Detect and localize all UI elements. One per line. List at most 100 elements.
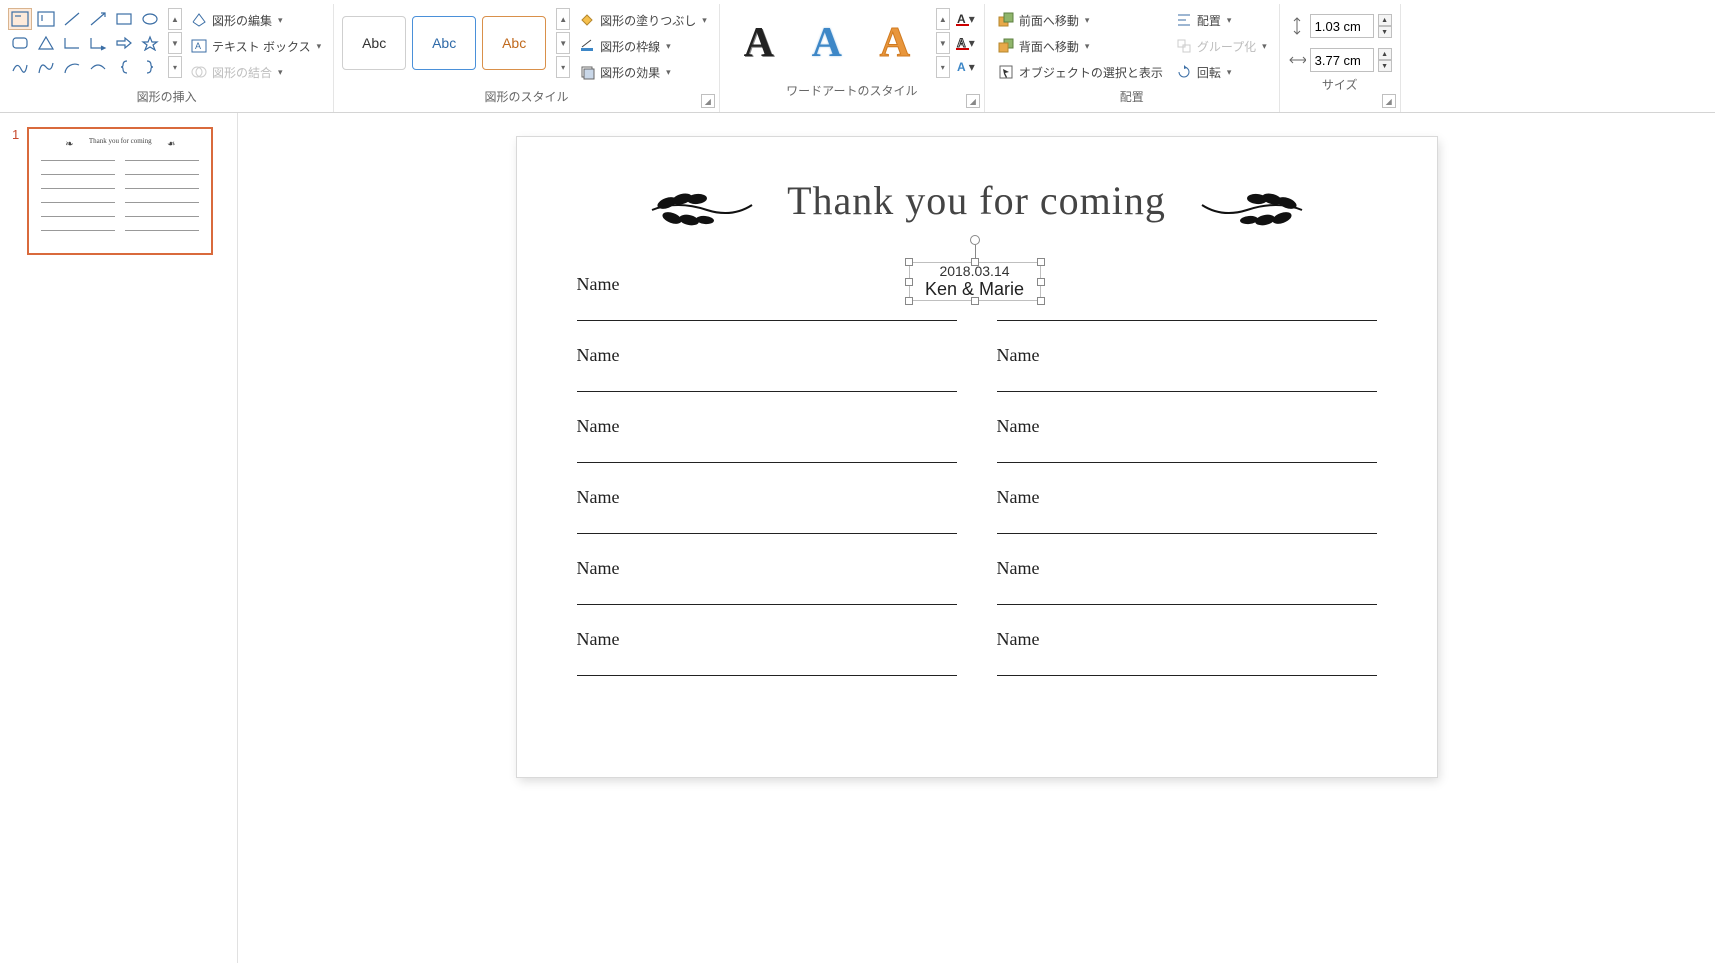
shape-effects-button[interactable]: 図形の効果▾ <box>574 60 711 84</box>
shape-styles-dialog-launcher[interactable]: ◢ <box>701 94 715 108</box>
rotate-label: 回転 <box>1197 64 1221 81</box>
styles-down-icon[interactable]: ▼ <box>556 32 570 54</box>
shape-brace-l-icon[interactable] <box>112 56 136 78</box>
name-block[interactable]: Name <box>997 345 1377 392</box>
shape-effects-label: 図形の効果 <box>600 64 660 81</box>
shapes-gallery[interactable] <box>8 8 162 78</box>
thumbnail-panel: 1 ❧ ❧ Thank you for coming <box>0 113 238 963</box>
styles-more-icon[interactable]: ▾ <box>556 56 570 78</box>
style-tile-black[interactable]: Abc <box>342 16 406 70</box>
shape-elbow-icon[interactable] <box>60 32 84 54</box>
merge-shapes-icon <box>190 63 208 81</box>
resize-handle-ml[interactable] <box>905 278 913 286</box>
shape-textbox-icon[interactable] <box>8 8 32 30</box>
shape-arrow-line-icon[interactable] <box>86 8 110 30</box>
name-label: Name <box>997 345 1377 366</box>
width-spinner[interactable]: ▲▼ <box>1288 48 1392 72</box>
bucket-icon <box>578 11 596 29</box>
text-outline-button[interactable]: A▾ <box>954 32 976 54</box>
svg-text:A: A <box>195 41 201 51</box>
wordart-tile-black[interactable]: A <box>728 12 790 74</box>
resize-handle-bm[interactable] <box>971 297 979 305</box>
gallery-down-icon[interactable]: ▼ <box>168 32 182 54</box>
resize-handle-tm[interactable] <box>971 258 979 266</box>
wordart-tile-blue[interactable]: A <box>796 12 858 74</box>
slide-thumbnail[interactable]: ❧ ❧ Thank you for coming <box>27 127 213 255</box>
textbox-icon: A <box>190 37 208 55</box>
resize-handle-bl[interactable] <box>905 297 913 305</box>
shapes-gallery-scroll[interactable]: ▲ ▼ ▾ <box>168 8 182 78</box>
name-block[interactable]: Name <box>997 558 1377 605</box>
send-backward-button[interactable]: 背面へ移動▾ <box>993 34 1167 58</box>
name-block[interactable]: Name <box>997 274 1377 321</box>
wordart-gallery[interactable]: A A A ▲ ▼ ▾ <box>728 8 950 78</box>
width-down-icon[interactable]: ▼ <box>1378 60 1392 72</box>
shape-rect-icon[interactable] <box>112 8 136 30</box>
shape-curve-icon[interactable] <box>34 56 58 78</box>
text-fill-button[interactable]: A▾ <box>954 8 976 30</box>
shape-elbow-arrow-icon[interactable] <box>86 32 110 54</box>
shape-roundrect-icon[interactable] <box>8 32 32 54</box>
shape-triangle-icon[interactable] <box>34 32 58 54</box>
name-block[interactable]: Name <box>997 487 1377 534</box>
shape-oval-icon[interactable] <box>138 8 162 30</box>
gallery-up-icon[interactable]: ▲ <box>168 8 182 30</box>
name-block[interactable]: Name <box>997 629 1377 676</box>
height-input[interactable] <box>1310 14 1374 38</box>
selected-textbox[interactable]: 2018.03.14 Ken & Marie <box>909 262 1041 301</box>
shape-outline-button[interactable]: 図形の枠線▾ <box>574 34 711 58</box>
name-block[interactable]: Name <box>577 416 957 463</box>
resize-handle-mr[interactable] <box>1037 278 1045 286</box>
text-effects-button[interactable]: A▾ <box>954 56 976 78</box>
shape-line-icon[interactable] <box>60 8 84 30</box>
name-block[interactable]: Name <box>577 558 957 605</box>
name-block[interactable]: Name <box>577 345 957 392</box>
styles-up-icon[interactable]: ▲ <box>556 8 570 30</box>
wordart-tile-orange[interactable]: A <box>864 12 926 74</box>
text-box-label: テキスト ボックス <box>212 38 311 55</box>
shape-textbox-vert-icon[interactable] <box>34 8 58 30</box>
resize-handle-tl[interactable] <box>905 258 913 266</box>
edit-shape-button[interactable]: 図形の編集▾ <box>186 8 325 32</box>
shape-brace-r-icon[interactable] <box>138 56 162 78</box>
name-block[interactable]: Name <box>577 629 957 676</box>
width-input[interactable] <box>1310 48 1374 72</box>
size-dialog-launcher[interactable]: ◢ <box>1382 94 1396 108</box>
resize-handle-br[interactable] <box>1037 297 1045 305</box>
text-box-button[interactable]: A テキスト ボックス▾ <box>186 34 325 58</box>
group-insert-shapes-label: 図形の挿入 <box>8 84 325 107</box>
style-tile-blue[interactable]: Abc <box>412 16 476 70</box>
height-icon <box>1288 17 1306 35</box>
wordart-dialog-launcher[interactable]: ◢ <box>966 94 980 108</box>
selection-pane-button[interactable]: オブジェクトの選択と表示 <box>993 60 1167 84</box>
wordart-more-icon[interactable]: ▾ <box>936 56 950 78</box>
thumbnail-number: 1 <box>12 127 19 142</box>
rotate-button[interactable]: 回転▾ <box>1171 60 1271 84</box>
shape-freeform-icon[interactable] <box>8 56 32 78</box>
shape-arc-icon[interactable] <box>60 56 84 78</box>
resize-handle-tr[interactable] <box>1037 258 1045 266</box>
height-spinner[interactable]: ▲▼ <box>1288 14 1392 38</box>
name-block[interactable]: Name <box>997 416 1377 463</box>
rotate-icon <box>1175 63 1193 81</box>
height-up-icon[interactable]: ▲ <box>1378 14 1392 26</box>
height-down-icon[interactable]: ▼ <box>1378 26 1392 38</box>
gallery-more-icon[interactable]: ▾ <box>168 56 182 78</box>
bring-forward-button[interactable]: 前面へ移動▾ <box>993 8 1167 32</box>
shape-styles-gallery[interactable]: Abc Abc Abc ▲ ▼ ▾ <box>342 8 570 78</box>
slide[interactable]: Thank you for coming 2018.03.14 Ken <box>517 137 1437 777</box>
selection-pane-label: オブジェクトの選択と表示 <box>1019 64 1163 81</box>
shape-arrow-icon[interactable] <box>112 32 136 54</box>
wordart-down-icon[interactable]: ▼ <box>936 32 950 54</box>
rotate-handle-icon[interactable] <box>970 235 980 245</box>
shape-connector-icon[interactable] <box>86 56 110 78</box>
shape-fill-button[interactable]: 図形の塗りつぶし▾ <box>574 8 711 32</box>
wordart-up-icon[interactable]: ▲ <box>936 8 950 30</box>
slide-canvas-area[interactable]: Thank you for coming 2018.03.14 Ken <box>238 113 1715 963</box>
align-button[interactable]: 配置▾ <box>1171 8 1271 32</box>
shape-star-icon[interactable] <box>138 32 162 54</box>
name-block[interactable]: Name <box>577 274 957 321</box>
name-block[interactable]: Name <box>577 487 957 534</box>
width-up-icon[interactable]: ▲ <box>1378 48 1392 60</box>
style-tile-orange[interactable]: Abc <box>482 16 546 70</box>
